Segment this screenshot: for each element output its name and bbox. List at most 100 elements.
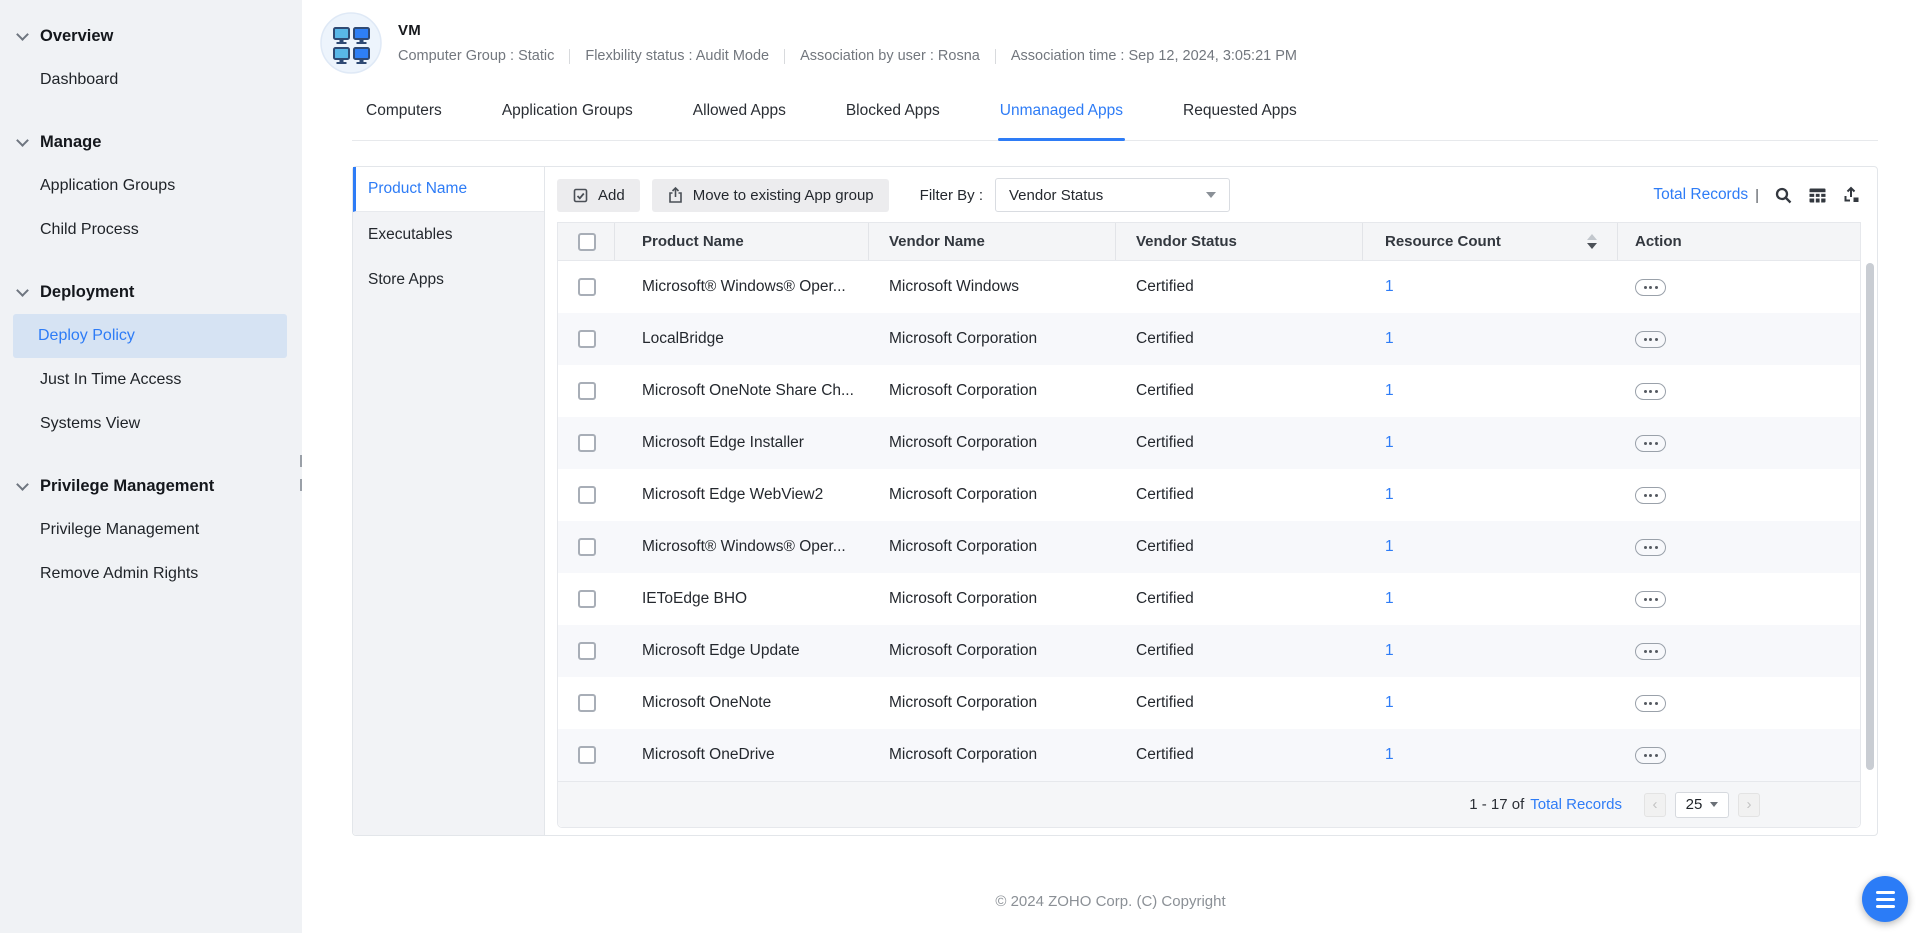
search-icon[interactable] <box>1774 186 1793 205</box>
column-header-vendor-status[interactable]: Vendor Status <box>1116 223 1363 260</box>
sidebar-item[interactable]: Just In Time Access <box>0 358 302 402</box>
panel-tab[interactable]: Product Name <box>353 167 544 212</box>
tab[interactable]: Application Groups <box>500 92 635 140</box>
row-actions-button[interactable] <box>1635 643 1666 660</box>
vendor-status-cell: Certified <box>1116 677 1363 729</box>
sidebar-item-label: Systems View <box>40 415 140 433</box>
row-actions-button[interactable] <box>1635 591 1666 608</box>
row-checkbox[interactable] <box>578 538 596 556</box>
move-to-app-group-button[interactable]: Move to existing App group <box>652 179 889 212</box>
row-checkbox[interactable] <box>578 642 596 660</box>
select-all-checkbox[interactable] <box>578 233 596 251</box>
resource-count-link[interactable]: 1 <box>1385 278 1394 296</box>
vendor-status-cell: Certified <box>1116 469 1363 521</box>
total-records-link[interactable]: Total Records <box>1653 186 1748 204</box>
table-scrollbar[interactable] <box>1866 263 1874 770</box>
sidebar-item[interactable]: Deploy Policy <box>13 314 287 358</box>
meta-text: Flexbility status : Audit Mode <box>585 48 769 64</box>
table-row: Microsoft Edge Installer Microsoft Corpo… <box>558 417 1860 469</box>
tab[interactable]: Allowed Apps <box>691 92 788 140</box>
row-actions-button[interactable] <box>1635 435 1666 452</box>
row-checkbox[interactable] <box>578 382 596 400</box>
vendor-status-cell: Certified <box>1116 417 1363 469</box>
resource-count-link[interactable]: 1 <box>1385 486 1394 504</box>
sort-icon[interactable] <box>1587 234 1597 249</box>
vendor-name-cell: Microsoft Corporation <box>869 469 1116 521</box>
resource-count-link[interactable]: 1 <box>1385 694 1394 712</box>
row-actions-button[interactable] <box>1635 487 1666 504</box>
sidebar-item[interactable]: Dashboard <box>0 58 302 102</box>
resource-count-link[interactable]: 1 <box>1385 330 1394 348</box>
table-area: Add Move to existing App group Filter By… <box>545 167 1877 835</box>
row-checkbox[interactable] <box>578 590 596 608</box>
tab-label: Requested Apps <box>1183 102 1297 119</box>
page-title: VM <box>398 22 1297 39</box>
sidebar-item[interactable]: Child Process <box>0 208 302 252</box>
row-actions-button[interactable] <box>1635 695 1666 712</box>
export-icon[interactable] <box>1842 186 1861 204</box>
row-actions-button[interactable] <box>1635 383 1666 400</box>
vendor-status-cell: Certified <box>1116 573 1363 625</box>
pagination-range: 1 - 17 of <box>1469 796 1524 813</box>
app-type-panel: Product Name Executables Store Apps <box>353 167 545 835</box>
sidebar-item[interactable]: Remove Admin Rights <box>0 552 302 596</box>
resource-count-link[interactable]: 1 <box>1385 746 1394 764</box>
page-size-select[interactable]: 25 <box>1675 792 1729 818</box>
resource-count-link[interactable]: 1 <box>1385 382 1394 400</box>
sidebar-item[interactable]: Overview <box>0 14 302 58</box>
column-header-product-name[interactable]: Product Name <box>615 223 869 260</box>
panel-tab[interactable]: Store Apps <box>353 257 544 302</box>
prev-page-button[interactable]: ‹ <box>1644 793 1666 817</box>
vendor-status-cell: Certified <box>1116 625 1363 677</box>
column-header-vendor-name[interactable]: Vendor Name <box>869 223 1116 260</box>
table-row: Microsoft Edge Update Microsoft Corporat… <box>558 625 1860 677</box>
vendor-name-cell: Microsoft Corporation <box>869 625 1116 677</box>
column-header-resource-count[interactable]: Resource Count <box>1363 223 1618 260</box>
unmanaged-apps-table: Product Name Vendor Name Vendor Status R… <box>557 222 1861 828</box>
resource-count-link[interactable]: 1 <box>1385 642 1394 660</box>
add-button[interactable]: Add <box>557 179 640 212</box>
vendor-status-cell: Certified <box>1116 313 1363 365</box>
row-checkbox[interactable] <box>578 330 596 348</box>
pagination-total-records-link[interactable]: Total Records <box>1530 796 1622 813</box>
row-checkbox[interactable] <box>578 746 596 764</box>
meta-entry: Flexbility status : Audit Mode <box>554 48 769 64</box>
sidebar-item[interactable]: Application Groups <box>0 164 302 208</box>
next-page-button[interactable]: › <box>1738 793 1760 817</box>
sidebar-item[interactable]: Deployment <box>0 270 302 314</box>
panel-tab-label: Product Name <box>368 180 467 198</box>
sidebar-item[interactable]: Manage <box>0 120 302 164</box>
row-actions-button[interactable] <box>1635 539 1666 556</box>
column-chooser-grid-icon[interactable] <box>1808 187 1827 204</box>
sidebar-item[interactable]: Privilege Management <box>0 508 302 552</box>
filter-dropdown[interactable]: Vendor Status <box>995 178 1230 212</box>
tab[interactable]: Computers <box>364 92 444 140</box>
sidebar-item[interactable]: Privilege Management <box>0 464 302 508</box>
sidebar-item-label: Overview <box>40 27 113 46</box>
sidebar-item-label: Deploy Policy <box>38 327 135 345</box>
meta-text: Computer Group : Static <box>398 48 554 64</box>
product-name-cell: IEToEdge BHO <box>615 573 869 625</box>
row-checkbox[interactable] <box>578 694 596 712</box>
resource-count-link[interactable]: 1 <box>1385 590 1394 608</box>
chevron-down-icon <box>1710 802 1718 807</box>
row-checkbox[interactable] <box>578 434 596 452</box>
row-actions-button[interactable] <box>1635 747 1666 764</box>
page-size-value: 25 <box>1686 796 1703 813</box>
resource-count-link[interactable]: 1 <box>1385 538 1394 556</box>
sidebar-item[interactable]: Systems View <box>0 402 302 446</box>
panel-tab[interactable]: Executables <box>353 212 544 257</box>
row-checkbox[interactable] <box>578 486 596 504</box>
row-checkbox[interactable] <box>578 278 596 296</box>
quick-actions-fab[interactable] <box>1862 876 1908 922</box>
tab[interactable]: Requested Apps <box>1181 92 1299 140</box>
tab[interactable]: Unmanaged Apps <box>998 92 1125 140</box>
row-actions-button[interactable] <box>1635 279 1666 296</box>
tab[interactable]: Blocked Apps <box>844 92 942 140</box>
resource-count-link[interactable]: 1 <box>1385 434 1394 452</box>
row-actions-button[interactable] <box>1635 331 1666 348</box>
table-row: Microsoft OneNote Microsoft Corporation … <box>558 677 1860 729</box>
sidebar-item-label: Dashboard <box>40 71 118 89</box>
vendor-name-cell: Microsoft Corporation <box>869 729 1116 781</box>
unmanaged-apps-card: Product Name Executables Store Apps <box>352 166 1878 836</box>
